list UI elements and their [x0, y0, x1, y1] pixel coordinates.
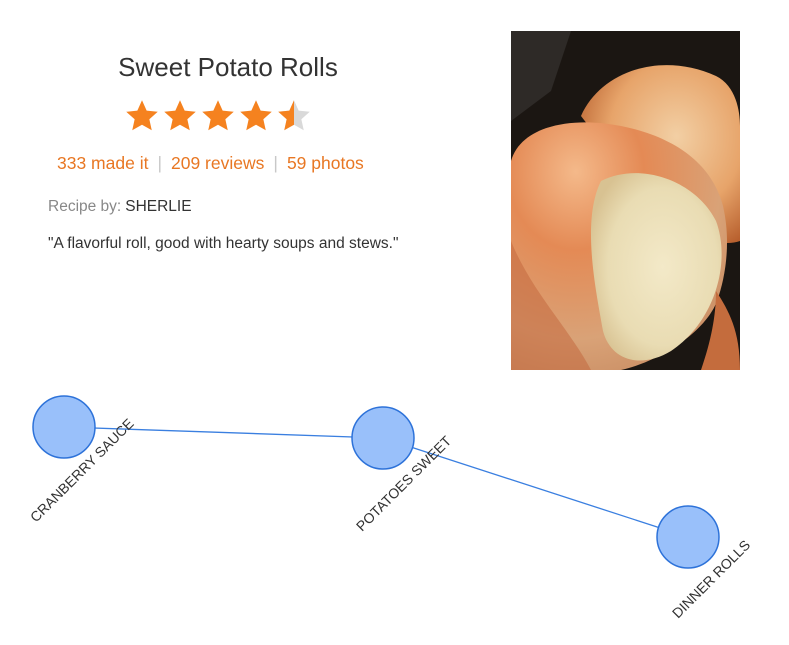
recipe-byline: Recipe by: SHERLIE [48, 198, 192, 216]
recipe-by-label: Recipe by: [48, 198, 122, 215]
divider: | [273, 153, 278, 173]
photos-link[interactable]: 59 photos [287, 153, 364, 173]
related-recipes-graph: CRANBERRY SAUCE POTATOES SWEET DINNER RO… [27, 395, 753, 621]
divider: | [157, 153, 162, 173]
author-link[interactable]: SHERLIE [125, 198, 191, 215]
recipe-title: Sweet Potato Rolls [118, 52, 338, 82]
made-it-link[interactable]: 333 made it [57, 153, 148, 173]
graph-node-dinner-rolls[interactable]: DINNER ROLLS [656, 505, 753, 621]
recipe-stats: 333 made it | 209 reviews | 59 photos [57, 153, 364, 174]
star-rating[interactable] [124, 98, 324, 136]
recipe-photo[interactable] [511, 31, 740, 370]
node-circle [32, 395, 96, 459]
star-icon [164, 100, 196, 131]
reviews-link[interactable]: 209 reviews [171, 153, 264, 173]
graph-node-cranberry-sauce[interactable]: CRANBERRY SAUCE [27, 395, 137, 525]
node-circle [351, 406, 415, 470]
star-icon [240, 100, 272, 131]
star-icon [126, 100, 158, 131]
node-circle [656, 505, 720, 569]
star-icon [202, 100, 234, 131]
recipe-description: "A flavorful roll, good with hearty soup… [48, 235, 399, 252]
rolls-photo-image [511, 31, 740, 370]
graph-node-potatoes-sweet[interactable]: POTATOES SWEET [351, 406, 455, 534]
half-star-icon [278, 100, 310, 131]
